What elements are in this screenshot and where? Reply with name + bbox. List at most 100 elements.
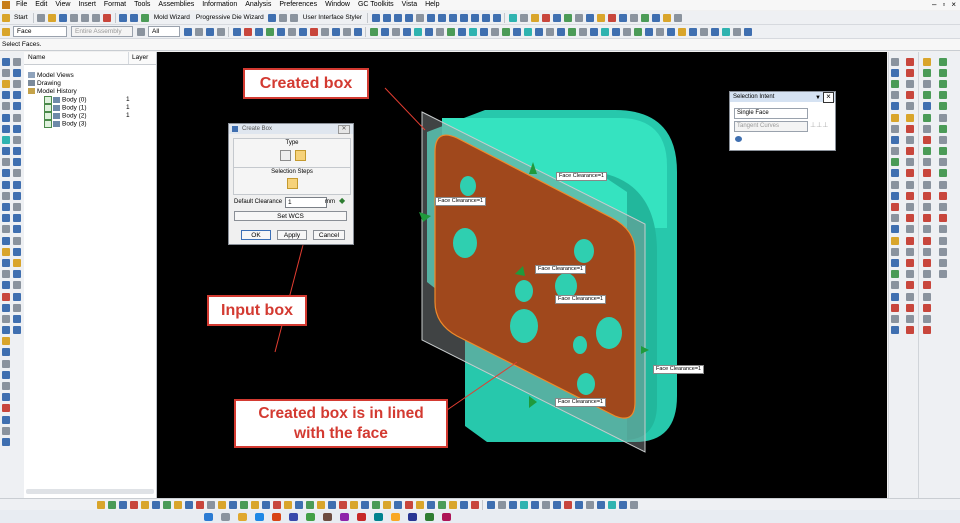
resource-5-icon[interactable] xyxy=(2,102,10,111)
tree-item-model-history[interactable]: Model History xyxy=(28,88,77,96)
resource-15-icon[interactable] xyxy=(2,214,10,223)
tree-item-body-3[interactable]: Body (3) xyxy=(44,120,154,128)
resource-11-icon[interactable] xyxy=(2,169,10,178)
snap-icon[interactable] xyxy=(194,27,203,36)
start-button[interactable]: Start xyxy=(11,14,31,21)
sketch-7-icon[interactable] xyxy=(891,124,899,133)
visibility-checkbox[interactable] xyxy=(44,120,52,128)
sketch-18-icon[interactable] xyxy=(891,247,899,256)
dialog-title-bar[interactable]: Create Box ✕ xyxy=(229,124,353,134)
feature-9-icon[interactable] xyxy=(457,27,466,36)
curve-21-icon[interactable] xyxy=(906,281,914,290)
form-6-icon[interactable] xyxy=(923,113,931,122)
view-bottom-icon[interactable] xyxy=(492,13,501,22)
form-12-icon[interactable] xyxy=(923,180,931,189)
form-25-icon[interactable] xyxy=(923,326,931,335)
feature-31-icon[interactable] xyxy=(699,27,708,36)
resource-6-icon[interactable] xyxy=(2,113,10,122)
cut-icon[interactable] xyxy=(70,13,79,22)
sketch-12-icon[interactable] xyxy=(891,180,899,189)
form-39-icon[interactable] xyxy=(939,203,947,212)
sketch-2-icon[interactable] xyxy=(891,68,899,77)
form-34-icon[interactable] xyxy=(939,147,947,156)
feature-20-icon[interactable] xyxy=(578,27,587,36)
bottom-5-icon[interactable] xyxy=(140,501,149,509)
form-16-icon[interactable] xyxy=(923,225,931,234)
bottom-46-icon[interactable] xyxy=(596,501,605,509)
feature-28-icon[interactable] xyxy=(666,27,675,36)
view-trimetric-icon[interactable] xyxy=(470,13,479,22)
curve-14-icon[interactable] xyxy=(906,203,914,212)
resource-2-icon[interactable] xyxy=(2,68,10,77)
search-icon[interactable] xyxy=(221,512,230,521)
menu-insert[interactable]: Insert xyxy=(74,0,100,10)
edge-icon[interactable] xyxy=(255,512,264,521)
menu-analysis[interactable]: Analysis xyxy=(241,0,275,10)
form-41-icon[interactable] xyxy=(939,225,947,234)
bottom-40-icon[interactable] xyxy=(530,501,539,509)
new-icon[interactable] xyxy=(37,13,46,22)
menu-preferences[interactable]: Preferences xyxy=(275,0,321,10)
bottom-47-icon[interactable] xyxy=(607,501,616,509)
bottom-4-icon[interactable] xyxy=(129,501,138,509)
bottom-41-icon[interactable] xyxy=(541,501,550,509)
form-18-icon[interactable] xyxy=(923,247,931,256)
menu-edit[interactable]: Edit xyxy=(31,0,51,10)
form-33-icon[interactable] xyxy=(939,135,947,144)
windows-start-icon[interactable] xyxy=(204,512,213,521)
assembly-scope-dropdown[interactable]: Entire Assembly xyxy=(71,26,133,37)
display-5-icon[interactable] xyxy=(276,27,285,36)
bottom-45-icon[interactable] xyxy=(585,501,594,509)
bottom-10-icon[interactable] xyxy=(195,501,204,509)
form-38-icon[interactable] xyxy=(939,191,947,200)
resource-29-icon[interactable] xyxy=(2,370,10,379)
bottom-19-icon[interactable] xyxy=(294,501,303,509)
mold-wizard-button[interactable]: Mold Wizard xyxy=(151,14,193,21)
mold-tool-11-icon[interactable] xyxy=(651,13,660,22)
stop-at-intersection-icon[interactable] xyxy=(735,136,742,142)
mold-tool-icon[interactable] xyxy=(541,13,550,22)
sketch-17-icon[interactable] xyxy=(891,236,899,245)
sketch-5-icon[interactable] xyxy=(891,102,899,111)
view-iso-icon[interactable] xyxy=(459,13,468,22)
resource-9-icon[interactable] xyxy=(2,147,10,156)
feature-1-icon[interactable] xyxy=(369,27,378,36)
feature-6-icon[interactable] xyxy=(424,27,433,36)
resource-35-icon[interactable] xyxy=(2,437,10,446)
form-22-icon[interactable] xyxy=(923,292,931,301)
resource-17-icon[interactable] xyxy=(2,236,10,245)
ok-button[interactable]: OK xyxy=(241,230,271,240)
resource-60-icon[interactable] xyxy=(13,326,21,335)
mold-tool-6-icon[interactable] xyxy=(596,13,605,22)
mold-tool-2-icon[interactable] xyxy=(552,13,561,22)
mold-tool-7-icon[interactable] xyxy=(607,13,616,22)
curve-25-icon[interactable] xyxy=(906,326,914,335)
display-6-icon[interactable] xyxy=(287,27,296,36)
bottom-23-icon[interactable] xyxy=(338,501,347,509)
selection-intent-close-button[interactable]: × xyxy=(823,92,834,103)
bottom-27-icon[interactable] xyxy=(382,501,391,509)
form-5-icon[interactable] xyxy=(923,102,931,111)
form-23-icon[interactable] xyxy=(923,303,931,312)
bottom-30-icon[interactable] xyxy=(415,501,424,509)
tree-item-drawing[interactable]: Drawing xyxy=(28,80,61,88)
app-2-icon[interactable] xyxy=(340,512,349,521)
resource-40-icon[interactable] xyxy=(13,102,21,111)
mold-tool-8-icon[interactable] xyxy=(618,13,627,22)
feature-18-icon[interactable] xyxy=(556,27,565,36)
resource-7-icon[interactable] xyxy=(2,124,10,133)
progressive-die-button[interactable]: Progressive Die Wizard xyxy=(193,14,267,21)
mold-tool-5-icon[interactable] xyxy=(585,13,594,22)
tree-item-body-0[interactable]: Body (0) 1 xyxy=(44,96,154,104)
resource-33-icon[interactable] xyxy=(2,415,10,424)
sketch-19-icon[interactable] xyxy=(891,258,899,267)
feature-15-icon[interactable] xyxy=(523,27,532,36)
resource-21-icon[interactable] xyxy=(2,281,10,290)
sketch-10-icon[interactable] xyxy=(891,158,899,167)
bottom-20-icon[interactable] xyxy=(305,501,314,509)
sketch-11-icon[interactable] xyxy=(891,169,899,178)
maximize-icon[interactable]: ▫ xyxy=(942,0,945,10)
form-37-icon[interactable] xyxy=(939,180,947,189)
resource-49-icon[interactable] xyxy=(13,203,21,212)
feature-7-icon[interactable] xyxy=(435,27,444,36)
